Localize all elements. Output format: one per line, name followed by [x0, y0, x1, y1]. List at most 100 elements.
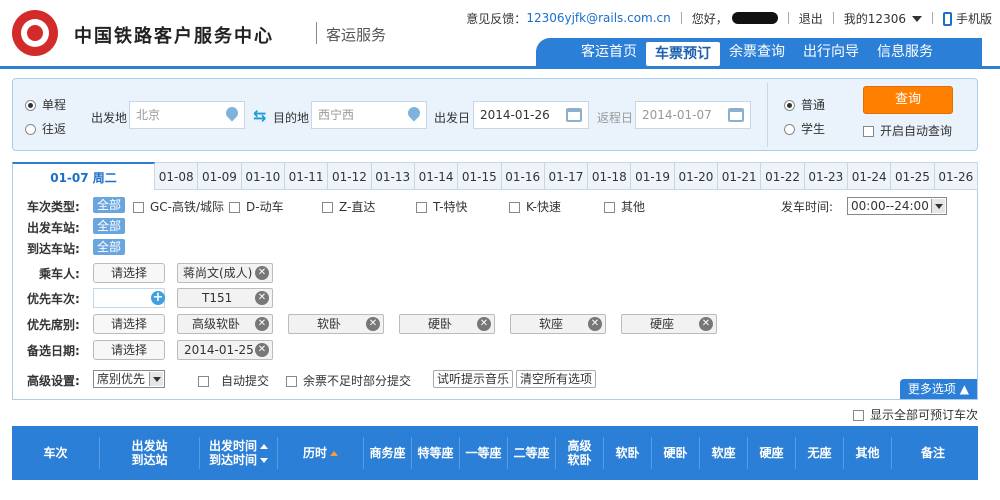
sort-down-icon [260, 458, 268, 463]
trip-round-option[interactable]: 往返 [25, 120, 66, 137]
checkbox-icon [509, 202, 520, 213]
checkbox-icon [198, 376, 209, 387]
auto-submit-label: 自动提交 [221, 374, 270, 388]
date-tab[interactable]: 01-13 [371, 162, 415, 190]
date-tab[interactable]: 01-23 [804, 162, 848, 190]
train-type-d-option[interactable]: D-动车 [229, 198, 284, 215]
nav-travel-guide[interactable]: 出行向导 [794, 40, 868, 64]
seat-priority-value: 席别优先 [97, 372, 146, 386]
select-backup-date-button[interactable]: 请选择 [93, 340, 165, 360]
masked-username [731, 12, 778, 24]
backup-date-tag-label: 2014-01-25 [184, 343, 254, 357]
query-button[interactable]: 查询 [863, 86, 953, 114]
train-type-k-option[interactable]: K-快速 [509, 198, 561, 215]
return-date-input[interactable]: 2014-01-07 [635, 101, 751, 129]
date-tab[interactable]: 01-19 [631, 162, 675, 190]
close-icon[interactable]: ✕ [588, 317, 602, 331]
main-nav: 客运首页 车票预订 余票查询 出行向导 信息服务 [536, 38, 982, 66]
seat-priority-select[interactable]: 席别优先 [93, 370, 165, 388]
checkbox-icon [229, 202, 240, 213]
date-tab[interactable]: 01-16 [501, 162, 545, 190]
date-tab[interactable]: 01-15 [458, 162, 502, 190]
train-type-other-option[interactable]: 其他 [604, 198, 645, 215]
col-times[interactable]: 出发时间 到达时间 [200, 437, 278, 469]
chevron-up-icon: ▲ [959, 382, 969, 396]
auto-submit-option[interactable]: 自动提交 [198, 372, 269, 389]
nav-info-service[interactable]: 信息服务 [868, 40, 942, 64]
depart-station-all-button[interactable]: 全部 [93, 218, 126, 234]
date-tab-active[interactable]: 01-07 周二 [12, 162, 155, 190]
col-station-to: 到达站 [131, 453, 168, 467]
search-divider [767, 83, 768, 147]
listen-music-button[interactable]: 试听提示音乐 [433, 370, 514, 388]
trip-single-option[interactable]: 单程 [25, 96, 66, 113]
train-type-t-option[interactable]: T-特快 [416, 198, 468, 215]
show-all-option[interactable]: 显示全部可预订车次 [852, 406, 978, 423]
nav-remaining-tickets[interactable]: 余票查询 [720, 40, 794, 64]
my-account-menu[interactable]: 我的12306 [844, 10, 922, 27]
ticket-student-option[interactable]: 学生 [784, 120, 825, 137]
swap-stations-icon[interactable]: ⇆ [253, 106, 266, 125]
train-type-gc-option[interactable]: GC-高铁/城际 [133, 198, 224, 215]
close-icon[interactable]: ✕ [366, 317, 380, 331]
close-icon[interactable]: ✕ [699, 317, 713, 331]
seat-tag: 硬座 ✕ [621, 314, 717, 334]
date-tab[interactable]: 01-17 [544, 162, 589, 190]
partial-submit-option[interactable]: 余票不足时部分提交 [286, 372, 411, 389]
calendar-icon[interactable] [728, 108, 744, 122]
select-passenger-button[interactable]: 请选择 [93, 263, 165, 283]
depart-time-select[interactable]: 00:00--24:00 [847, 197, 947, 215]
nav-ticket-booking[interactable]: 车票预订 [646, 42, 720, 66]
ticket-normal-option[interactable]: 普通 [784, 96, 825, 113]
seat-tag-label: 软座 [539, 317, 564, 331]
close-icon[interactable]: ✕ [255, 291, 269, 305]
col-duration[interactable]: 历时 [278, 437, 364, 469]
date-tab[interactable]: 01-08 [155, 162, 199, 190]
date-tab[interactable]: 01-22 [761, 162, 805, 190]
mobile-link[interactable]: 手机版 [942, 10, 992, 27]
auto-query-label: 开启自动查询 [880, 124, 953, 138]
auto-query-option[interactable]: 开启自动查询 [863, 122, 952, 139]
arrive-station-all-button[interactable]: 全部 [93, 239, 126, 255]
date-tab[interactable]: 01-14 [414, 162, 459, 190]
date-tab[interactable]: 01-18 [588, 162, 632, 190]
date-tab[interactable]: 01-21 [718, 162, 762, 190]
passenger-label: 乘车人: [39, 267, 80, 281]
col-second: 二等座 [508, 437, 556, 469]
col-senior-soft-sleeper: 高级 软卧 [556, 437, 604, 469]
close-icon[interactable]: ✕ [255, 343, 269, 357]
mobile-label: 手机版 [955, 11, 992, 26]
nav-home[interactable]: 客运首页 [572, 40, 646, 64]
close-icon[interactable]: ✕ [255, 266, 269, 280]
china-railway-logo-icon[interactable] [12, 10, 58, 56]
train-type-all-button[interactable]: 全部 [93, 197, 126, 213]
feedback-email-link[interactable]: 12306yjfk@rails.com.cn [526, 11, 670, 25]
depart-date-input[interactable]: 2014-01-26 [473, 101, 589, 129]
results-table-header: 车次 出发站 到达站 出发时间 到达时间 历时 商务座 特等座 一等座 二等座 高级… [12, 426, 978, 480]
col-time-from-label: 出发时间 [208, 439, 257, 453]
more-options-label: 更多选项 [907, 382, 956, 396]
date-tab[interactable]: 01-25 [891, 162, 935, 190]
calendar-icon[interactable] [566, 108, 582, 122]
sort-up-icon [260, 444, 268, 449]
date-tab[interactable]: 01-26 [934, 162, 978, 190]
date-tab[interactable]: 01-20 [674, 162, 719, 190]
to-station-input[interactable]: 西宁西 [311, 101, 427, 129]
clear-all-button[interactable]: 清空所有选项 [516, 370, 597, 388]
radio-icon [784, 124, 795, 135]
date-tab[interactable]: 01-24 [848, 162, 892, 190]
close-icon[interactable]: ✕ [255, 317, 269, 331]
top-bar: 意见反馈： 12306yjfk@rails.com.cn 您好， 退出 我的12… [466, 10, 992, 26]
date-tab[interactable]: 01-12 [328, 162, 372, 190]
date-tab[interactable]: 01-09 [198, 162, 242, 190]
plus-icon[interactable]: + [151, 291, 165, 305]
from-station-input[interactable]: 北京 [129, 101, 245, 129]
select-seat-button[interactable]: 请选择 [93, 314, 165, 334]
train-type-z-option[interactable]: Z-直达 [322, 198, 375, 215]
date-tab[interactable]: 01-11 [284, 162, 329, 190]
seat-tag-label: 软卧 [317, 317, 342, 331]
close-icon[interactable]: ✕ [477, 317, 491, 331]
logout-link[interactable]: 退出 [799, 10, 823, 27]
date-tab[interactable]: 01-10 [241, 162, 285, 190]
more-options-button[interactable]: 更多选项 ▲ [899, 379, 977, 399]
